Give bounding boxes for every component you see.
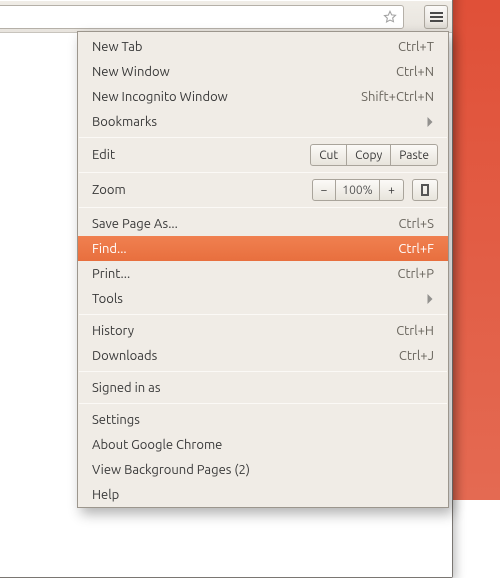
menu-label: History bbox=[92, 324, 396, 338]
menu-separator bbox=[79, 403, 447, 404]
fullscreen-icon bbox=[421, 184, 429, 196]
menu-label: Help bbox=[92, 488, 434, 502]
menu-shortcut: Ctrl+H bbox=[396, 324, 434, 338]
zoom-in-button[interactable]: + bbox=[380, 179, 404, 201]
menu-item-settings[interactable]: Settings bbox=[78, 407, 448, 432]
browser-window: New Tab Ctrl+T New Window Ctrl+N New Inc… bbox=[0, 0, 453, 578]
menu-separator bbox=[79, 207, 447, 208]
menu-label: Bookmarks bbox=[92, 115, 421, 129]
menu-shortcut: Ctrl+N bbox=[396, 65, 434, 79]
menu-shortcut: Ctrl+J bbox=[399, 349, 434, 363]
menu-item-help[interactable]: Help bbox=[78, 482, 448, 507]
menu-item-find[interactable]: Find... Ctrl+F bbox=[78, 236, 448, 261]
menu-shortcut: Ctrl+P bbox=[397, 267, 434, 281]
menu-shortcut: Shift+Ctrl+N bbox=[361, 90, 434, 104]
menu-separator bbox=[79, 172, 447, 173]
zoom-out-button[interactable]: − bbox=[312, 179, 336, 201]
menu-item-background-pages[interactable]: View Background Pages (2) bbox=[78, 457, 448, 482]
fullscreen-button[interactable] bbox=[412, 179, 438, 201]
menu-item-new-tab[interactable]: New Tab Ctrl+T bbox=[78, 34, 448, 59]
menu-item-save-page-as[interactable]: Save Page As... Ctrl+S bbox=[78, 211, 448, 236]
menu-item-edit: Edit Cut Copy Paste bbox=[78, 141, 448, 169]
zoom-level-display: 100% bbox=[336, 179, 380, 201]
menu-separator bbox=[79, 137, 447, 138]
browser-toolbar bbox=[0, 1, 452, 33]
chevron-right-icon bbox=[427, 294, 434, 304]
menu-shortcut: Ctrl+F bbox=[398, 242, 434, 256]
menu-item-zoom: Zoom − 100% + bbox=[78, 176, 448, 204]
menu-separator bbox=[79, 371, 447, 372]
paste-button[interactable]: Paste bbox=[391, 144, 438, 166]
menu-label: Settings bbox=[92, 413, 434, 427]
menu-separator bbox=[79, 314, 447, 315]
menu-label: View Background Pages (2) bbox=[92, 463, 434, 477]
edit-button-group: Cut Copy Paste bbox=[310, 144, 438, 166]
menu-label: Zoom bbox=[92, 183, 312, 197]
menu-item-downloads[interactable]: Downloads Ctrl+J bbox=[78, 343, 448, 368]
chrome-menu-button[interactable] bbox=[424, 5, 448, 29]
menu-shortcut: Ctrl+S bbox=[398, 217, 434, 231]
bookmark-star-icon[interactable] bbox=[382, 9, 398, 25]
menu-label: New Tab bbox=[92, 40, 398, 54]
menu-item-print[interactable]: Print... Ctrl+P bbox=[78, 261, 448, 286]
menu-label: Downloads bbox=[92, 349, 399, 363]
menu-label: Edit bbox=[92, 148, 310, 162]
menu-label: Save Page As... bbox=[92, 217, 398, 231]
chrome-menu: New Tab Ctrl+T New Window Ctrl+N New Inc… bbox=[77, 31, 449, 508]
chevron-right-icon bbox=[427, 117, 434, 127]
menu-item-bookmarks[interactable]: Bookmarks bbox=[78, 109, 448, 134]
menu-item-signed-in[interactable]: Signed in as bbox=[78, 375, 448, 400]
menu-item-incognito[interactable]: New Incognito Window Shift+Ctrl+N bbox=[78, 84, 448, 109]
menu-label: Signed in as bbox=[92, 381, 434, 395]
zoom-button-group: − 100% + bbox=[312, 179, 404, 201]
menu-item-history[interactable]: History Ctrl+H bbox=[78, 318, 448, 343]
address-bar[interactable] bbox=[0, 5, 404, 29]
menu-label: Find... bbox=[92, 242, 398, 256]
hamburger-icon bbox=[430, 16, 443, 18]
menu-label: Tools bbox=[92, 292, 421, 306]
menu-label: New Window bbox=[92, 65, 396, 79]
menu-item-tools[interactable]: Tools bbox=[78, 286, 448, 311]
menu-label: New Incognito Window bbox=[92, 90, 361, 104]
menu-item-new-window[interactable]: New Window Ctrl+N bbox=[78, 59, 448, 84]
menu-label: About Google Chrome bbox=[92, 438, 434, 452]
copy-button[interactable]: Copy bbox=[347, 144, 391, 166]
desktop-background-right bbox=[453, 0, 500, 500]
menu-label: Print... bbox=[92, 267, 397, 281]
cut-button[interactable]: Cut bbox=[310, 144, 347, 166]
menu-shortcut: Ctrl+T bbox=[398, 40, 434, 54]
menu-item-about-chrome[interactable]: About Google Chrome bbox=[78, 432, 448, 457]
